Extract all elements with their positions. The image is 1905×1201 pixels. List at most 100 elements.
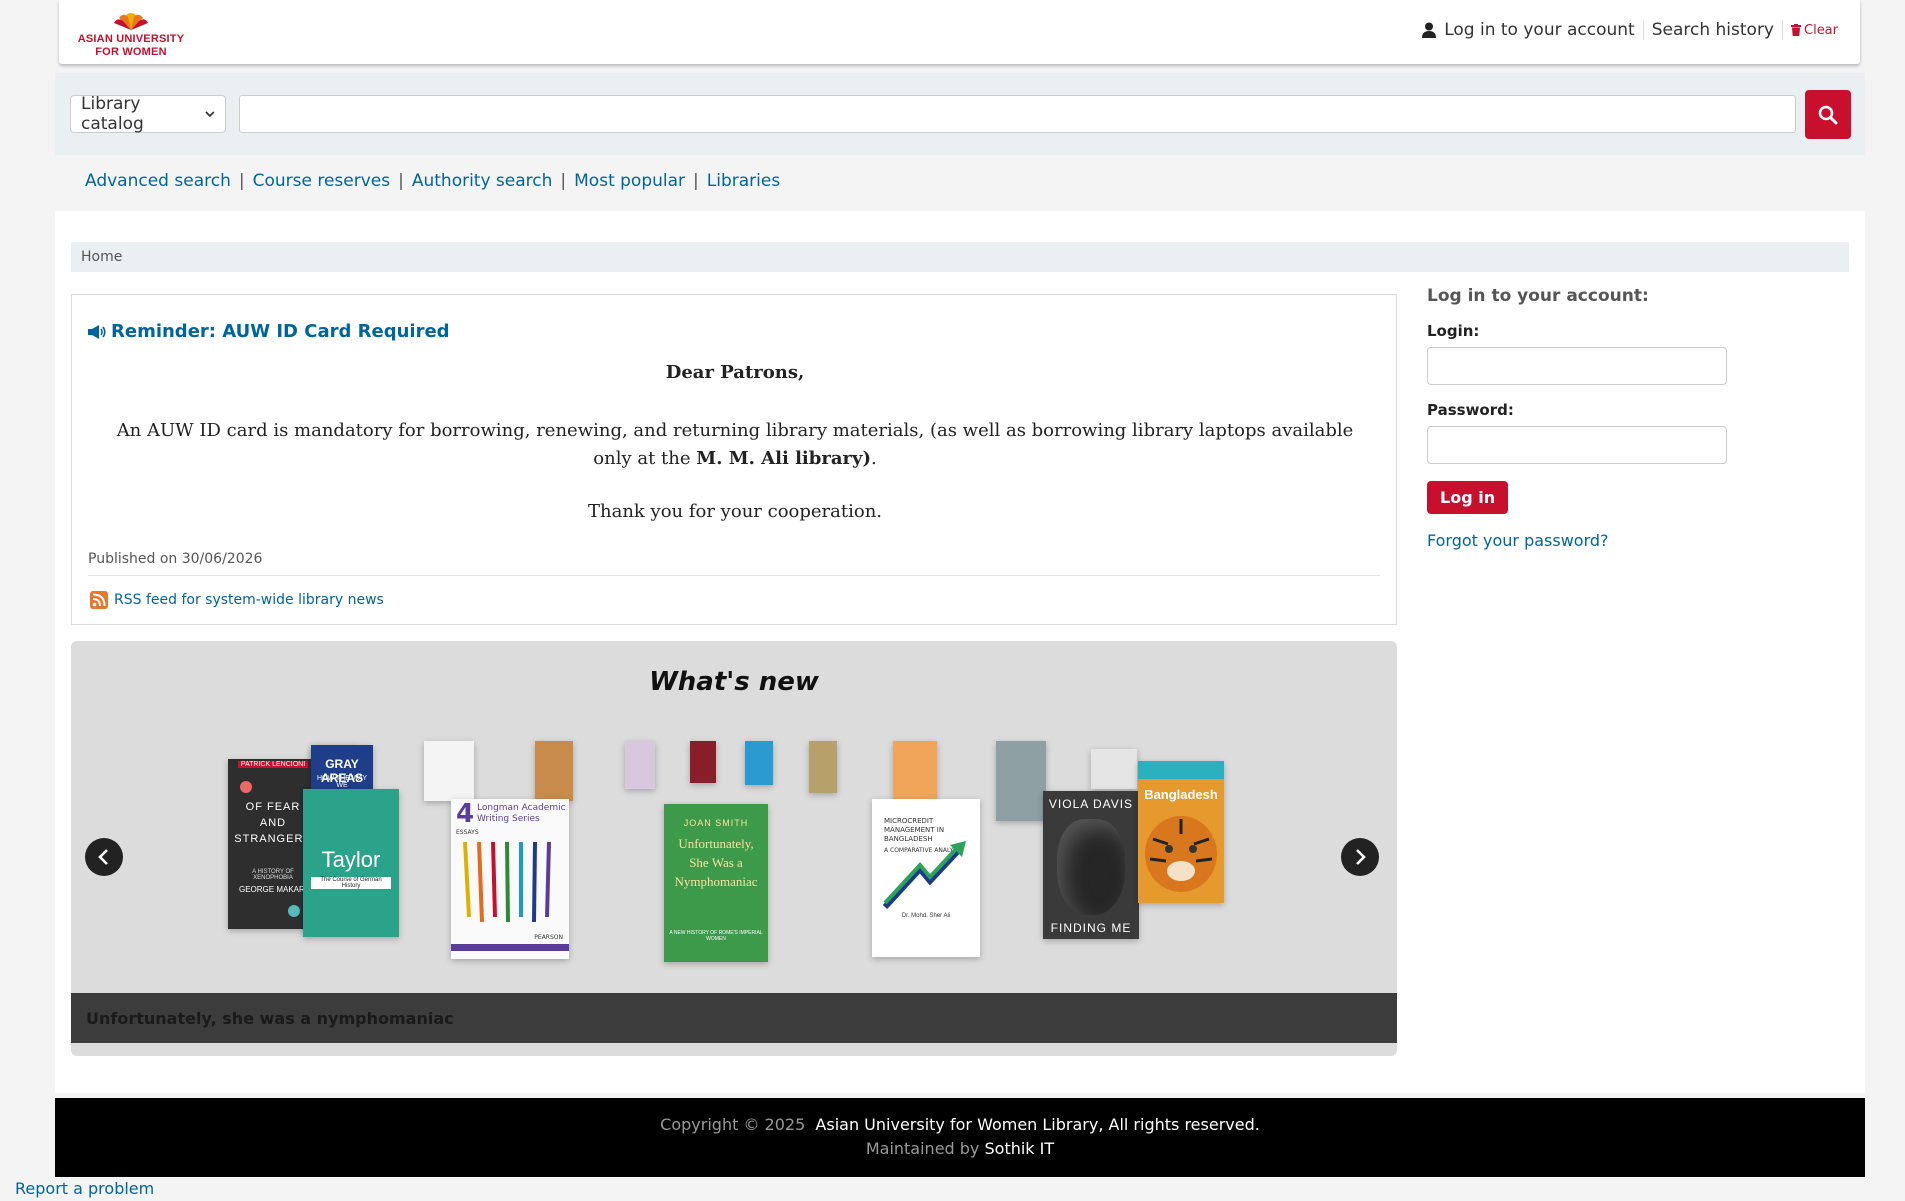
search-scope-select[interactable]: Library catalog (70, 94, 226, 134)
header-links: Log in to your account Search history Cl… (1422, 20, 1838, 40)
news-body-bold: M. M. Ali library) (696, 448, 871, 469)
logo-text-line1: ASIAN UNIVERSITY (77, 33, 185, 45)
university-logo[interactable]: ASIAN UNIVERSITY FOR WOMEN (75, 8, 187, 60)
password-label: Password: (1427, 401, 1514, 419)
cover-title: Unfortunately, She Was a Nymphomaniac (674, 836, 758, 889)
maintainer-link[interactable]: Sothik IT (985, 1139, 1055, 1158)
breadcrumb-home-link[interactable]: Home (81, 249, 122, 265)
logo-text-line2: FOR WOMEN (95, 46, 167, 58)
news-greeting: Dear Patrons, (665, 362, 805, 383)
clear-history-link[interactable]: Clear (1791, 23, 1838, 38)
lotus-logo-icon (114, 13, 148, 30)
search-scope-value: Library catalog (81, 94, 144, 134)
more-searches-menu: Advanced search | Course reserves | Auth… (85, 171, 780, 191)
cover-decoration (240, 781, 252, 793)
rss-feed-link[interactable]: RSS feed for system-wide library news (90, 580, 384, 620)
search-history-link[interactable]: Search history (1652, 20, 1774, 40)
pens-illustration-icon (463, 841, 551, 923)
megaphone-icon (88, 324, 106, 339)
cover-number: 4 (456, 799, 475, 829)
book-cover-finding-me[interactable]: VIOLA DAVIS FINDING ME (1043, 791, 1139, 939)
carousel-caption[interactable]: Unfortunately, she was a nymphomaniac (71, 993, 1397, 1043)
header-divider (1642, 20, 1644, 40)
login-link-label: Log in to your account (1444, 20, 1635, 40)
copyright-text: Copyright © 2025 (660, 1115, 806, 1134)
growth-arrow-icon (882, 841, 966, 909)
report-problem-link[interactable]: Report a problem (15, 1179, 154, 1198)
cover-decoration (288, 905, 300, 917)
cover-subtitle: The Course of German History (311, 877, 391, 889)
book-cover-small[interactable] (745, 741, 773, 785)
news-divider (88, 575, 1380, 576)
main-content: Home Reminder: AUW ID Card Required Dear… (55, 211, 1865, 1093)
carousel-next-button[interactable] (1341, 838, 1379, 876)
login-link[interactable]: Log in to your account (1422, 20, 1635, 40)
chevron-left-icon (98, 849, 108, 865)
maintained-by-text: Maintained by (865, 1139, 980, 1158)
cover-subtitle: A HISTORY OF XENOPHOBIA (252, 869, 294, 881)
footer-copyright: Copyright © 2025 Asian University for Wo… (55, 1115, 1865, 1134)
cover-author: VIOLA DAVIS (1048, 797, 1134, 811)
chevron-down-icon (205, 111, 215, 118)
book-cover-unfortunately-she-was-a-nymphomaniac[interactable]: JOAN SMITH Unfortunately, She Was a Nymp… (664, 804, 768, 962)
cover-author: JOAN SMITH (683, 818, 749, 828)
user-icon (1422, 22, 1437, 38)
cover-title: FINDING ME (1050, 921, 1132, 935)
authority-search-link[interactable]: Authority search (412, 171, 553, 191)
whats-new-carousel: What's new PATRICK LENCIONI OF FEAR AND … (71, 641, 1397, 1056)
cover-subtitle: ESSAYS (456, 829, 479, 836)
cover-subtitle: HOW THE WAY WE (316, 775, 368, 789)
cover-author: PATRICK LENCIONI (238, 761, 308, 768)
book-cover-microcredit-management[interactable]: MICROCREDIT MANAGEMENT IN BANGLADESH A C… (872, 799, 980, 957)
search-bar: Library catalog (55, 73, 1865, 155)
cover-face (1057, 819, 1125, 915)
carousel-prev-button[interactable] (85, 838, 123, 876)
book-cover-small[interactable] (809, 741, 837, 793)
menu-separator: | (398, 171, 404, 191)
news-published-date: Published on 30/06/2026 (88, 551, 263, 567)
log-in-button[interactable]: Log in (1427, 481, 1509, 514)
book-cover-small[interactable] (893, 741, 937, 799)
cover-title: Taylor (321, 847, 381, 872)
breadcrumb: Home (71, 242, 1849, 272)
trash-icon (1791, 24, 1801, 36)
book-cover-small[interactable] (996, 741, 1046, 821)
menu-separator: | (560, 171, 567, 191)
footer-maintained: Maintained by Sothik IT (55, 1139, 1865, 1158)
course-reserves-link[interactable]: Course reserves (253, 171, 391, 191)
news-title[interactable]: Reminder: AUW ID Card Required (87, 321, 450, 342)
rss-feed-label: RSS feed for system-wide library news (114, 592, 384, 608)
cover-author: Dr. Mohd. Sher Ali (901, 913, 951, 919)
book-cover-small[interactable] (424, 741, 474, 801)
book-cover-longman-academic-writing[interactable]: 4 Longman Academic Writing Series ESSAYS… (451, 799, 569, 959)
book-cover-taylor[interactable]: Taylor The Course of German History (303, 789, 399, 937)
carousel-caption-text: Unfortunately, she was a nymphomaniac (86, 1008, 454, 1028)
book-cover-bangladesh[interactable]: Bangladesh (1138, 761, 1224, 903)
book-cover-gray-areas[interactable]: GRAY AREAS HOW THE WAY WE (311, 745, 373, 791)
copyright-org: Asian University for Women Library, All … (815, 1115, 1260, 1134)
forgot-password-link[interactable]: Forgot your password? (1427, 531, 1827, 550)
cover-title: Longman Academic Writing Series (477, 803, 566, 824)
search-button[interactable] (1805, 90, 1851, 139)
clear-label: Clear (1804, 22, 1838, 38)
libraries-link[interactable]: Libraries (707, 171, 780, 191)
advanced-search-link[interactable]: Advanced search (85, 171, 231, 191)
search-icon (1818, 105, 1838, 124)
login-field[interactable] (1427, 347, 1727, 385)
cover-header-band (1138, 761, 1224, 779)
rss-icon (90, 591, 108, 609)
news-body: An AUW ID card is mandatory for borrowin… (102, 417, 1368, 473)
menu-separator: | (693, 171, 699, 191)
search-input[interactable] (239, 95, 1796, 133)
cover-title: OF FEAR AND STRANGERS (234, 801, 312, 845)
most-popular-link[interactable]: Most popular (574, 171, 685, 191)
tiger-illustration-icon (1145, 816, 1217, 892)
book-cover-small[interactable] (690, 741, 716, 783)
book-cover-small[interactable] (625, 741, 655, 789)
login-label: Login: (1427, 322, 1480, 340)
news-panel: Reminder: AUW ID Card Required Dear Patr… (71, 294, 1397, 625)
book-cover-small[interactable] (535, 741, 573, 801)
password-field[interactable] (1427, 426, 1727, 464)
carousel-title: What's new (649, 667, 819, 697)
book-cover-small[interactable] (1091, 749, 1137, 789)
